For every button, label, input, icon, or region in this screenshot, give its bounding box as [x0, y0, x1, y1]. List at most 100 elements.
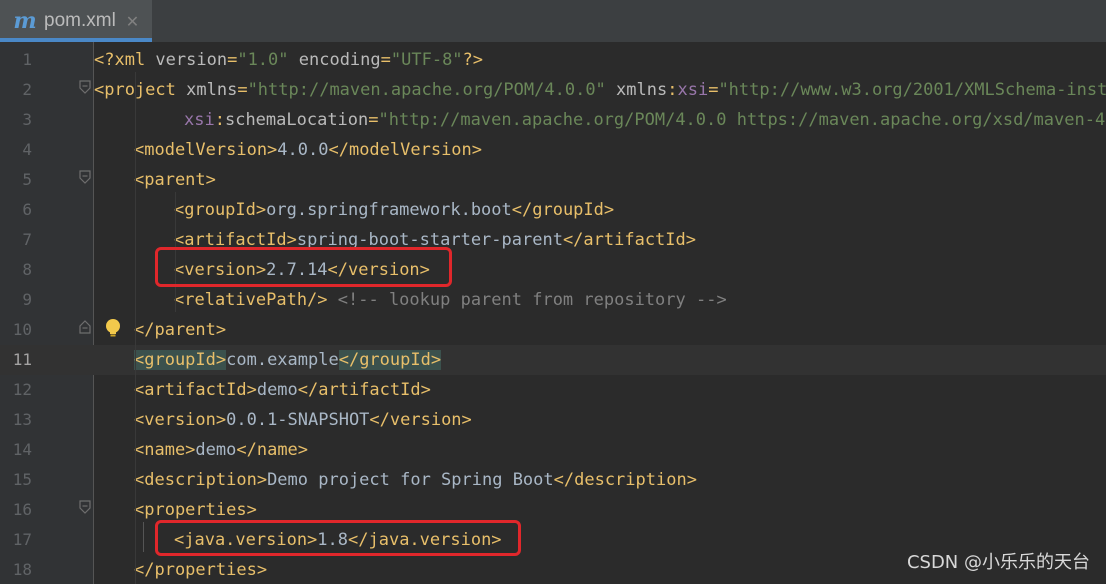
code-text: <groupId>com.example</groupId>	[134, 345, 442, 375]
code-token: "1.0"	[237, 50, 289, 70]
line-number: 14	[12, 440, 32, 459]
tab-label: pom.xml	[44, 10, 116, 31]
indent-guide	[143, 522, 144, 552]
line-number: 6	[22, 200, 32, 219]
line-number: 17	[12, 530, 32, 549]
code-token: </name>	[236, 440, 309, 460]
code-token: <description>	[134, 470, 268, 490]
line-number: 5	[22, 170, 32, 189]
lightbulb-icon[interactable]	[104, 318, 122, 338]
line-number: 2	[22, 80, 32, 99]
line-number: 18	[12, 560, 32, 579]
code-token: org.springframework.boot	[266, 200, 512, 220]
code-text: </properties>	[134, 555, 267, 584]
code-line[interactable]: 9 <relativePath/> <!-- lookup parent from…	[0, 285, 1106, 315]
watermark: CSDN @小乐乐的天台	[906, 552, 1090, 573]
code-token: =	[237, 80, 248, 100]
code-text: </parent>	[134, 315, 226, 345]
code-line[interactable]: 2 <project xmlns="http://maven.apache.org…	[0, 75, 1106, 105]
code-text: <modelVersion>4.0.0</modelVersion>	[134, 135, 482, 165]
line-number: 16	[12, 500, 32, 519]
code-token: <project	[94, 80, 187, 100]
highlight-box-java-version	[155, 520, 521, 556]
code-token: </description>	[553, 470, 697, 490]
code-token: <!-- lookup parent from repository -->	[327, 290, 727, 310]
tab-pom-xml[interactable]: m pom.xml ✕	[0, 0, 152, 42]
code-token: "http://maven.apache.org/POM/4.0.0"	[247, 80, 606, 100]
code-token: =	[368, 110, 379, 130]
fold-end-marker-icon[interactable]	[79, 320, 91, 334]
code-token: =	[708, 80, 719, 100]
code-token: xmlns	[186, 80, 238, 100]
code-token: Demo project for Spring Boot	[267, 470, 554, 490]
code-token: <relativePath/>	[174, 290, 328, 310]
code-token: "http://maven.apache.org/POM/4.0.0 https…	[378, 110, 1106, 130]
code-line[interactable]: 4 <modelVersion>4.0.0</modelVersion>	[0, 135, 1106, 165]
code-token: schemaLocation	[224, 110, 369, 130]
code-token: =	[380, 50, 391, 70]
code-token: demo	[256, 380, 298, 400]
code-token: :	[214, 110, 225, 130]
line-number: 9	[22, 290, 32, 309]
code-line[interactable]: 10 </parent>	[0, 315, 1106, 345]
code-token: version	[155, 50, 228, 70]
code-token: <version>	[134, 410, 227, 430]
code-text: <name>demo</name>	[134, 435, 308, 465]
code-editor[interactable]: 1 <?xml version="1.0" encoding="UTF-8"?> 2…	[0, 42, 1106, 584]
code-line[interactable]: 11 <groupId>com.example</groupId>	[0, 345, 1106, 375]
code-token: demo	[195, 440, 237, 460]
line-number: 13	[12, 410, 32, 429]
code-line[interactable]: 15 <description>Demo project for Spring B…	[0, 465, 1106, 495]
code-token: <artifactId>	[134, 380, 257, 400]
line-number: 12	[12, 380, 32, 399]
code-line[interactable]: 12 <artifactId>demo</artifactId>	[0, 375, 1106, 405]
code-text: <version>0.0.1-SNAPSHOT</version>	[134, 405, 472, 435]
code-token: </groupId>	[511, 200, 615, 220]
code-token: </artifactId>	[297, 380, 431, 400]
fold-marker-icon[interactable]	[79, 80, 91, 94]
code-token: </groupId>	[338, 350, 442, 370]
indent-guide	[135, 72, 136, 584]
code-token: <name>	[134, 440, 196, 460]
line-number: 4	[22, 140, 32, 159]
code-token: </parent>	[134, 320, 227, 340]
code-text: <description>Demo project for Spring Boo…	[134, 465, 697, 495]
code-line[interactable]: 13 <version>0.0.1-SNAPSHOT</version>	[0, 405, 1106, 435]
code-token: xmlns	[605, 80, 668, 100]
maven-m-icon: m	[13, 8, 37, 34]
code-token: com.example	[226, 350, 339, 370]
code-token: ?>	[462, 50, 484, 70]
code-token: =	[227, 50, 238, 70]
code-text: <artifactId>demo</artifactId>	[134, 375, 431, 405]
code-line[interactable]: 5 <parent>	[0, 165, 1106, 195]
code-line[interactable]: 3 xsi:schemaLocation="http://maven.apache…	[0, 105, 1106, 135]
code-token: <groupId>	[134, 350, 227, 370]
code-line[interactable]: 14 <name>demo</name>	[0, 435, 1106, 465]
line-number: 11	[12, 350, 32, 369]
code-text: xsi:schemaLocation="http://maven.apache.…	[184, 105, 1106, 135]
code-token: <parent>	[134, 170, 216, 190]
close-icon[interactable]: ✕	[126, 12, 139, 31]
code-token: 4.0.0	[277, 140, 329, 160]
fold-marker-icon[interactable]	[79, 500, 91, 514]
code-token: xsi	[677, 80, 709, 100]
code-token: </artifactId>	[562, 230, 696, 250]
code-text: <?xml version="1.0" encoding="UTF-8"?>	[94, 45, 483, 75]
code-token: :	[667, 80, 678, 100]
code-token: encoding	[288, 50, 381, 70]
code-token: 0.0.1-SNAPSHOT	[226, 410, 370, 430]
code-line[interactable]: 6 <groupId>org.springframework.boot</grou…	[0, 195, 1106, 225]
code-line[interactable]: 1 <?xml version="1.0" encoding="UTF-8"?>	[0, 45, 1106, 75]
code-token: "UTF-8"	[390, 50, 463, 70]
line-number: 1	[22, 50, 32, 69]
line-number: 15	[12, 470, 32, 489]
code-token: xsi	[184, 110, 215, 130]
code-text: <relativePath/> <!-- lookup parent from …	[174, 285, 727, 315]
highlight-box-version	[155, 247, 452, 287]
code-token: <modelVersion>	[134, 140, 278, 160]
code-token: <?xml	[94, 50, 156, 70]
code-token: </modelVersion>	[328, 140, 483, 160]
code-text: <groupId>org.springframework.boot</group…	[174, 195, 614, 225]
code-token: <groupId>	[174, 200, 267, 220]
fold-marker-icon[interactable]	[79, 170, 91, 184]
